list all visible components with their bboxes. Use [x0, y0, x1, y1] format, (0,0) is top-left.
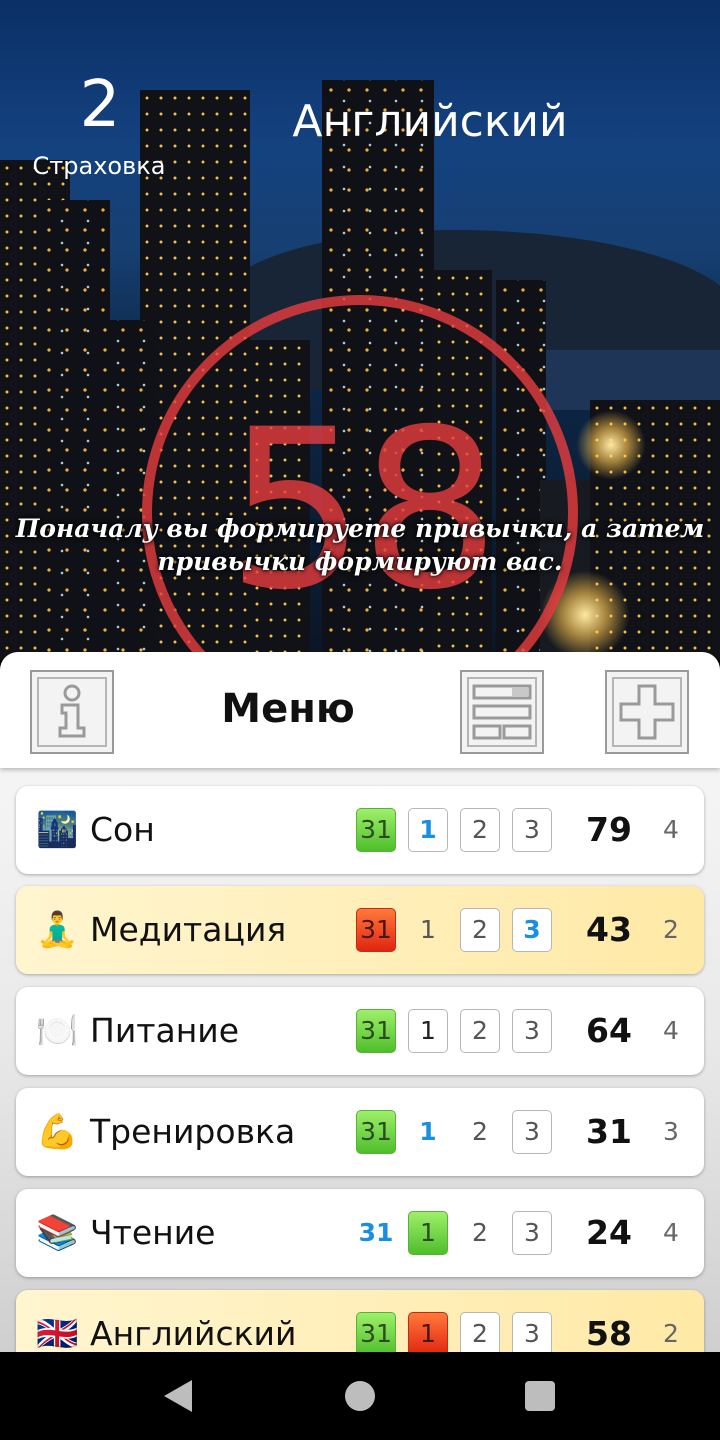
list-view-icon: [467, 677, 537, 747]
habit-day-box[interactable]: 3: [512, 1009, 552, 1053]
habit-small-count: 3: [663, 1117, 679, 1146]
habit-emoji-icon: 🌃: [36, 810, 79, 850]
habit-day-box[interactable]: 31: [356, 1009, 396, 1053]
menu-bar: Меню: [0, 652, 720, 768]
habit-emoji-icon: 🍽️: [36, 1011, 79, 1051]
background-image: 2 Страховка Английский 58 Поначалу вы фо…: [0, 0, 720, 660]
recents-icon[interactable]: [525, 1381, 555, 1411]
habit-day-box[interactable]: 3: [512, 1110, 552, 1154]
habit-day-box[interactable]: 31: [356, 1110, 396, 1154]
habit-day-box[interactable]: 1: [408, 1312, 448, 1352]
habit-day-box[interactable]: 2: [460, 908, 500, 952]
habit-emoji-icon: 🇬🇧: [36, 1314, 79, 1352]
habit-name: Питание: [90, 1011, 240, 1050]
habit-small-count: 4: [663, 1016, 679, 1045]
ring-value: 58: [226, 382, 500, 638]
habit-score: 64: [586, 1011, 632, 1050]
habit-day-box[interactable]: 3: [512, 1312, 552, 1352]
habit-day-box[interactable]: 31: [356, 908, 396, 952]
habit-day-box[interactable]: 1: [408, 908, 448, 952]
habit-small-count: 4: [663, 1218, 679, 1247]
counter-value[interactable]: 2: [60, 68, 140, 142]
habit-small-count: 2: [663, 1319, 679, 1348]
habit-row[interactable]: 📚 Чтение 31 1 2 3 24 4: [16, 1189, 704, 1277]
habit-day-box[interactable]: 2: [460, 1110, 500, 1154]
habit-day-box[interactable]: 1: [408, 1211, 448, 1255]
city-light: [576, 410, 646, 480]
habit-row[interactable]: 🇬🇧 Английский 31 1 2 3 58 2: [16, 1290, 704, 1352]
habit-score: 24: [586, 1213, 632, 1252]
info-button[interactable]: [30, 670, 114, 754]
habit-day-box[interactable]: 1: [408, 1009, 448, 1053]
habit-panel: Меню 🌃 Сон 31 1 2 3 79 4 🧘‍♂️ Медитация 31 1 2 3 43 2 🍽️…: [0, 652, 720, 1352]
habit-name: Сон: [90, 810, 155, 849]
habit-emoji-icon: 💪: [36, 1112, 79, 1152]
habit-day-box[interactable]: 3: [512, 808, 552, 852]
habit-name: Английский: [90, 1314, 297, 1352]
habit-name: Тренировка: [90, 1112, 296, 1151]
habit-row[interactable]: 💪 Тренировка 31 1 2 3 31 3: [16, 1088, 704, 1176]
habit-row[interactable]: 🍽️ Питание 31 1 2 3 64 4: [16, 987, 704, 1075]
habit-day-box[interactable]: 2: [460, 1009, 500, 1053]
habit-name: Медитация: [90, 910, 287, 949]
menu-title: Меню: [221, 686, 355, 732]
habit-score: 31: [586, 1112, 632, 1151]
habit-emoji-icon: 📚: [36, 1213, 79, 1253]
habit-small-count: 2: [663, 915, 679, 944]
habit-day-box[interactable]: 31: [356, 1211, 396, 1255]
habit-row[interactable]: 🌃 Сон 31 1 2 3 79 4: [16, 786, 704, 874]
add-button[interactable]: [605, 670, 689, 754]
habit-day-box[interactable]: 31: [356, 1312, 396, 1352]
goal-title: Английский: [292, 96, 568, 147]
habit-small-count: 4: [663, 815, 679, 844]
info-icon: [37, 677, 107, 747]
habit-day-box[interactable]: 1: [408, 1110, 448, 1154]
habit-day-box[interactable]: 2: [460, 1211, 500, 1255]
habit-score: 79: [586, 810, 632, 849]
counter-label: Страховка: [32, 152, 166, 180]
habit-score: 43: [586, 910, 632, 949]
habit-day-box[interactable]: 3: [512, 908, 552, 952]
list-view-button[interactable]: [460, 670, 544, 754]
quote-text: Поначалу вы формируете привычки, а затем…: [15, 514, 705, 576]
habit-score: 58: [586, 1314, 632, 1352]
habit-emoji-icon: 🧘‍♂️: [36, 910, 79, 950]
habit-name: Чтение: [90, 1213, 216, 1252]
back-icon[interactable]: [164, 1380, 192, 1412]
habit-day-box[interactable]: 1: [408, 808, 448, 852]
habit-day-box[interactable]: 2: [460, 1312, 500, 1352]
habit-row[interactable]: 🧘‍♂️ Медитация 31 1 2 3 43 2: [16, 886, 704, 974]
habit-day-box[interactable]: 3: [512, 1211, 552, 1255]
home-icon[interactable]: [345, 1381, 375, 1411]
habit-day-box[interactable]: 2: [460, 808, 500, 852]
plus-icon: [612, 677, 682, 747]
habit-day-box[interactable]: 31: [356, 808, 396, 852]
